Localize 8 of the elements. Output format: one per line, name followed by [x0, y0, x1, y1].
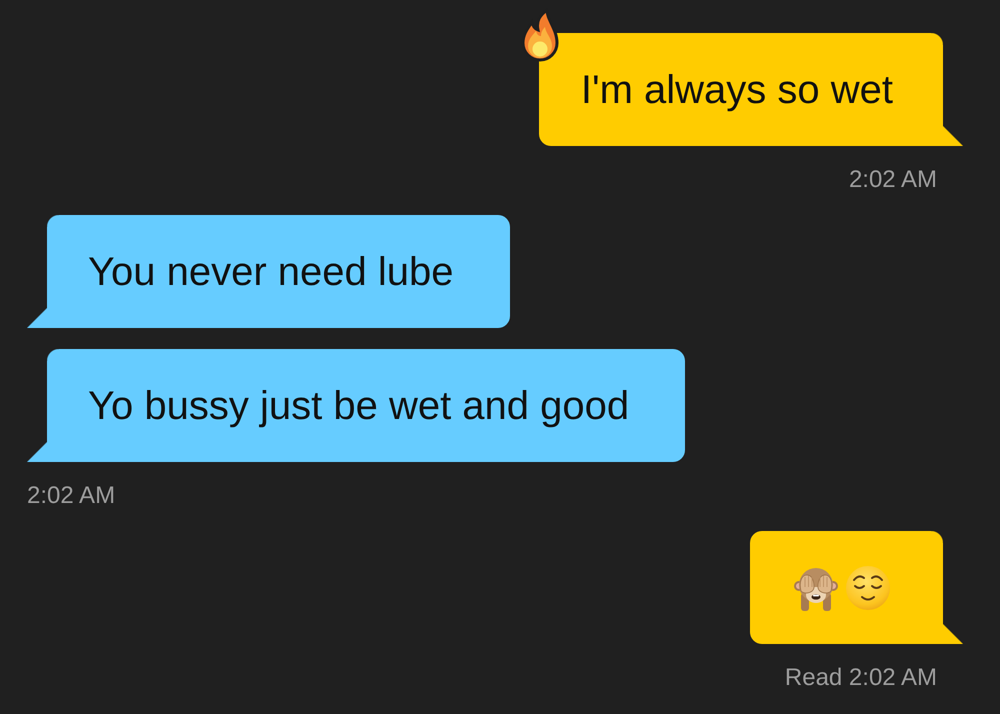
monkey-covering-eyes-icon [793, 565, 839, 611]
sent-message: I'm always so wet [538, 33, 963, 146]
message-timestamp: 2:02 AM [27, 484, 116, 508]
smiling-face-icon [845, 565, 891, 611]
received-message: You never need lube [27, 215, 510, 328]
message-timestamp: Read 2:02 AM [784, 666, 937, 690]
received-message: Yo bussy just be wet and good [27, 349, 686, 462]
message-timestamp: 2:02 AM [848, 168, 937, 192]
